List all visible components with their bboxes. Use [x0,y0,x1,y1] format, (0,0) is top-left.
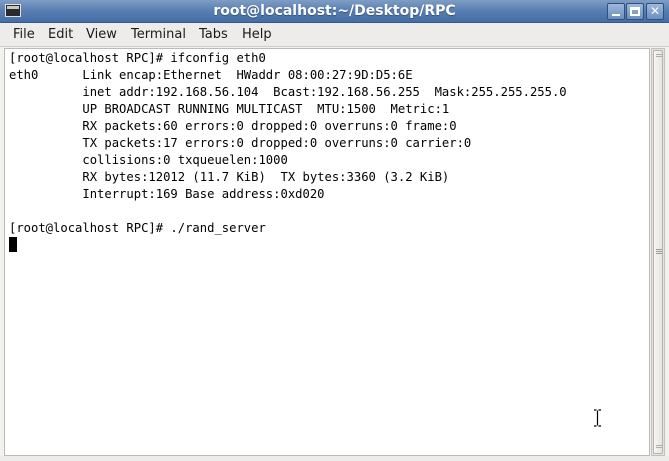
terminal-line: collisions:0 txqueuelen:1000 [9,153,296,167]
window-bottom-border [0,456,669,461]
close-button[interactable]: ✕ [646,3,664,20]
menu-view[interactable]: View [86,27,117,42]
menu-tabs[interactable]: Tabs [199,27,228,42]
menu-file[interactable]: File [13,27,35,42]
terminal-output[interactable]: [root@localhost RPC]# ifconfig eth0 eth0… [4,48,650,456]
terminal-cursor [9,237,17,252]
window-title: root@localhost:~/Desktop/RPC [213,3,456,19]
terminal-line: [root@localhost RPC]# ifconfig eth0 [9,51,266,65]
minimize-icon [612,14,620,16]
terminal-line: RX bytes:12012 (11.7 KiB) TX bytes:3360 … [9,170,450,184]
vertical-scrollbar[interactable] [651,48,665,456]
terminal-line: inet addr:192.168.56.104 Bcast:192.168.5… [9,85,567,99]
menu-help[interactable]: Help [242,27,272,42]
maximize-button[interactable] [626,3,644,20]
terminal-line: eth0 Link encap:Ethernet HWaddr 08:00:27… [9,68,428,82]
scrollbar-thumb[interactable] [653,50,663,454]
minimize-button[interactable] [607,3,625,20]
menu-edit[interactable]: Edit [48,27,73,42]
terminal-line: Interrupt:169 Base address:0xd020 [9,187,332,201]
terminal-line: RX packets:60 errors:0 dropped:0 overrun… [9,119,457,133]
close-icon: ✕ [649,4,661,18]
terminal-line: UP BROADCAST RUNNING MULTICAST MTU:1500 … [9,102,450,116]
menu-bar: File Edit View Terminal Tabs Help [0,23,669,47]
text-cursor-icon [594,409,601,427]
title-bar[interactable]: root@localhost:~/Desktop/RPC ✕ [0,0,669,23]
maximize-icon [630,7,640,16]
menu-terminal[interactable]: Terminal [131,27,186,42]
terminal-line: [root@localhost RPC]# ./rand_server [9,221,266,235]
terminal-line: TX packets:17 errors:0 dropped:0 overrun… [9,136,472,150]
